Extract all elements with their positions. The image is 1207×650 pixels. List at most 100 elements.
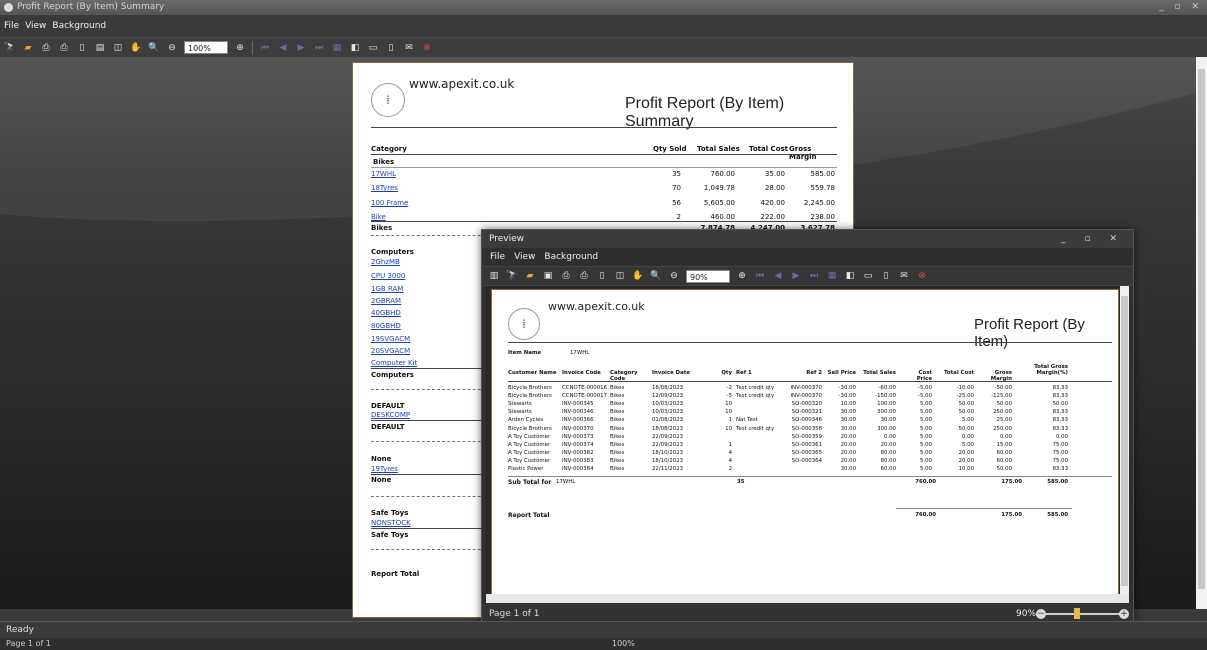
table-cell: 5.00 (961, 417, 974, 424)
item-link[interactable]: Computer Kit (371, 359, 417, 367)
item-link[interactable]: 80GBHD (371, 322, 401, 330)
zoom-in-icon[interactable]: ⊕ (736, 270, 748, 282)
send-email-icon[interactable]: ✉ (898, 270, 910, 282)
window-controls[interactable]: _ ▫ ✕ (1159, 0, 1203, 15)
table-cell: 50.00 (1052, 401, 1068, 408)
prev-page-icon[interactable]: ◀ (772, 270, 784, 282)
next-page-icon[interactable]: ▶ (790, 270, 802, 282)
zoom-select[interactable]: 100% (184, 41, 228, 54)
print-icon[interactable]: ⎙ (560, 270, 572, 282)
magnifier-icon[interactable]: 🔍 (148, 42, 160, 54)
multiple-pages-icon[interactable]: ▦ (826, 270, 838, 282)
export-icon[interactable]: ▯ (385, 42, 397, 54)
group-title: Bikes (373, 158, 395, 166)
preview-horizontal-scrollbar[interactable] (486, 594, 1129, 603)
quick-print-icon[interactable]: ⎙ (578, 270, 590, 282)
item-link[interactable]: 18Tyres (371, 184, 398, 192)
scroll-thumb[interactable] (1198, 69, 1205, 589)
page-setup-icon[interactable]: ▯ (596, 270, 608, 282)
preview-window-controls[interactable]: _ ▫ ✕ (1061, 230, 1125, 248)
print-icon[interactable]: ⎙ (40, 42, 52, 54)
first-page-icon[interactable]: ⏮ (754, 270, 766, 282)
item-link[interactable]: CPU 3000 (371, 272, 405, 280)
table-cell: 18/10/2023 (652, 457, 684, 464)
group-total-divider (371, 221, 837, 222)
zoom-in-icon[interactable]: ⊕ (234, 42, 246, 54)
table-cell: CCNOTE-000017 (562, 393, 608, 400)
preview-zoom-select[interactable]: 90% (686, 269, 730, 283)
table-cell: 83.33 (1052, 417, 1068, 424)
zoom-out-icon[interactable]: ⊖ (166, 42, 178, 54)
export-icon[interactable]: ▯ (880, 270, 892, 282)
item-link[interactable]: DESKCOMP (371, 411, 410, 419)
background-color-icon[interactable]: ◧ (844, 270, 856, 282)
group-total-divider (371, 528, 491, 529)
cost-value: 420.00 (760, 199, 786, 207)
preview-menu-file[interactable]: File (490, 248, 505, 266)
item-link[interactable]: NONSTOCK (371, 519, 411, 527)
last-page-icon[interactable]: ⏭ (313, 42, 325, 54)
first-page-icon[interactable]: ⏮ (259, 42, 271, 54)
item-link[interactable]: 20SVGACM (371, 347, 410, 355)
page-setup-icon[interactable]: ▯ (76, 42, 88, 54)
open-icon[interactable]: ▰ (22, 42, 34, 54)
hand-tool-icon[interactable]: ✋ (130, 42, 142, 54)
item-link[interactable]: 2GBRAM (371, 297, 401, 305)
zoom-out-icon[interactable]: ⊖ (668, 270, 680, 282)
close-preview-icon[interactable]: ⊗ (421, 42, 433, 54)
main-vertical-scrollbar[interactable] (1196, 57, 1207, 609)
item-link[interactable]: 40GBHD (371, 309, 401, 317)
prev-page-icon[interactable]: ◀ (277, 42, 289, 54)
item-link[interactable]: 2GhzMB (371, 258, 400, 266)
save-icon[interactable]: ▣ (542, 270, 554, 282)
item-link[interactable]: 19SVGACM (371, 335, 410, 343)
preview-canvas: ⁞ www.apexit.co.uk Profit Report (By Ite… (486, 286, 1120, 594)
menu-background[interactable]: Background (52, 21, 106, 31)
table-cell: 22/09/2023 (652, 433, 684, 440)
table-cell: 1 (728, 417, 732, 424)
scroll-thumb[interactable] (1121, 296, 1128, 586)
group-total-label: Bikes (371, 224, 393, 232)
table-cell: -30.00 (838, 385, 856, 391)
preview-menu-view[interactable]: View (514, 248, 535, 266)
header-footer-icon[interactable]: ▤ (94, 42, 106, 54)
zoom-slider-knob[interactable] (1074, 608, 1080, 619)
magnifier-icon[interactable]: 🔍 (650, 270, 662, 282)
table-cell: 10 (725, 409, 732, 416)
group-title: Safe Toys (371, 509, 409, 517)
main-statusbar: Ready (0, 621, 1207, 638)
document-map-icon[interactable]: ▥ (488, 270, 500, 282)
preview-menu-background[interactable]: Background (544, 248, 598, 266)
zoom-slider[interactable] (1046, 613, 1120, 615)
send-email-icon[interactable]: ✉ (403, 42, 415, 54)
close-preview-icon[interactable]: ⊗ (916, 270, 928, 282)
item-link[interactable]: 1GB RAM (371, 285, 403, 293)
quick-print-icon[interactable]: ⎙ (58, 42, 70, 54)
menu-view[interactable]: View (25, 21, 46, 31)
qty-value: 70 (672, 184, 681, 192)
menu-file[interactable]: File (4, 21, 19, 31)
find-icon[interactable]: 🔭 (4, 42, 16, 54)
item-link[interactable]: 100 Frame (371, 199, 408, 207)
scale-icon[interactable]: ◫ (112, 42, 124, 54)
item-link[interactable]: Bike (371, 213, 386, 221)
item-link[interactable]: 17WHL (371, 170, 396, 178)
last-page-icon[interactable]: ⏭ (808, 270, 820, 282)
zoom-minus-icon[interactable]: − (1036, 609, 1046, 619)
preview-vertical-scrollbar[interactable] (1120, 286, 1129, 596)
zoom-plus-icon[interactable]: + (1119, 609, 1129, 619)
next-page-icon[interactable]: ▶ (295, 42, 307, 54)
item-link[interactable]: 19Tyres (371, 465, 398, 473)
background-color-icon[interactable]: ◧ (349, 42, 361, 54)
table-cell: Stewarts (508, 401, 532, 408)
open-icon[interactable]: ▰ (524, 270, 536, 282)
scale-icon[interactable]: ◫ (614, 270, 626, 282)
watermark-icon[interactable]: ▭ (367, 42, 379, 54)
table-cell: Bikes (610, 385, 625, 391)
find-icon[interactable]: 🔭 (506, 270, 518, 282)
table-cell: Bikes (610, 466, 625, 472)
multiple-pages-icon[interactable]: ▦ (331, 42, 343, 54)
watermark-icon[interactable]: ▭ (862, 270, 874, 282)
column-header: Invoice Code (562, 370, 601, 376)
hand-tool-icon[interactable]: ✋ (632, 270, 644, 282)
